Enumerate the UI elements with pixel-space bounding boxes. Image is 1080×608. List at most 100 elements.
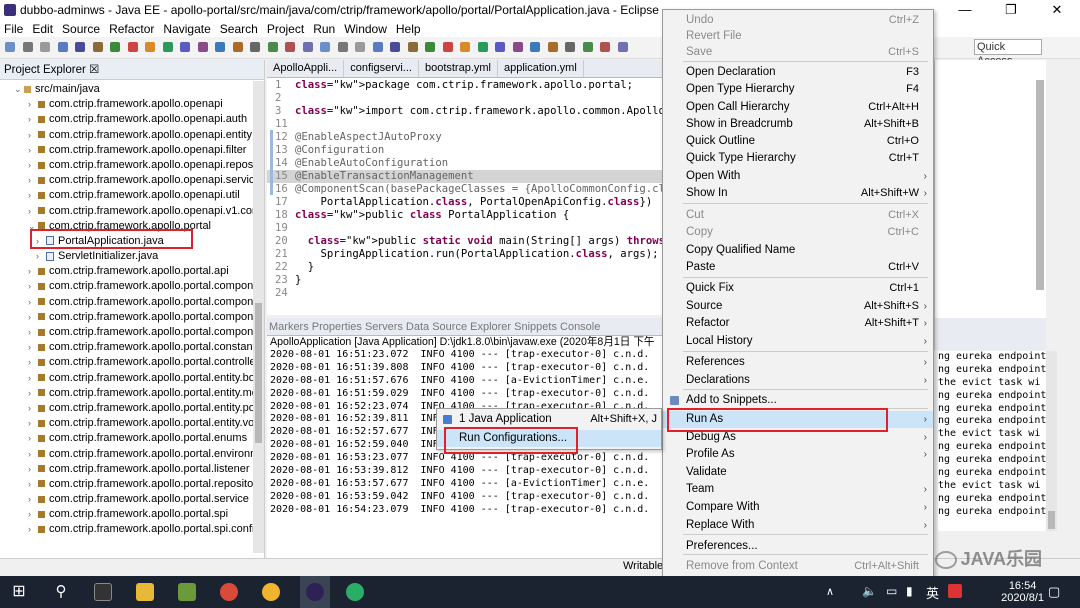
menu-run[interactable]: Run bbox=[313, 22, 335, 36]
menu-item-declarations[interactable]: Declarations › bbox=[663, 372, 933, 389]
menu-item-refactor[interactable]: Refactor Alt+Shift+T › bbox=[663, 315, 933, 332]
menu-item-team[interactable]: Team › bbox=[663, 481, 933, 498]
toolbar-layout-icon[interactable] bbox=[617, 42, 628, 52]
menu-project[interactable]: Project bbox=[267, 22, 304, 36]
toolbar-forward-icon[interactable] bbox=[582, 42, 593, 52]
menu-navigate[interactable]: Navigate bbox=[163, 22, 210, 36]
menu-item-add-to-snippets[interactable]: Add to Snippets... bbox=[663, 392, 933, 409]
toolbar-debug-icon[interactable] bbox=[407, 42, 418, 52]
toolbar-build-icon[interactable] bbox=[477, 42, 488, 52]
tab-apollo-application[interactable]: ApolloAppli... bbox=[267, 60, 345, 77]
collapsed-chevron-icon[interactable]: › bbox=[28, 128, 38, 143]
toolbar-annotation-icon[interactable] bbox=[530, 42, 540, 52]
collapsed-chevron-icon[interactable]: › bbox=[28, 158, 38, 173]
menu-item-revert-file[interactable]: Revert File bbox=[663, 28, 933, 45]
menu-item-preferences[interactable]: Preferences... bbox=[663, 538, 933, 555]
console-tabs[interactable]: Markers Properties Servers Data Source E… bbox=[267, 318, 662, 336]
collapsed-chevron-icon[interactable]: › bbox=[28, 431, 38, 446]
eclipse-taskbar-icon[interactable] bbox=[300, 576, 330, 608]
toolbar-back-icon[interactable] bbox=[250, 42, 260, 52]
tree-package[interactable]: › com.ctrip.framework.apollo.portal.compo… bbox=[0, 279, 264, 294]
tree-package[interactable]: › com.ctrip.framework.apollo.openapi.serv… bbox=[0, 173, 264, 188]
menu-item-copy[interactable]: Copy Ctrl+C bbox=[663, 224, 933, 241]
tab-bootstrap-yml[interactable]: bootstrap.yml bbox=[419, 60, 498, 77]
code-line[interactable]: 13 @Configuration bbox=[267, 144, 662, 157]
menu-item-show-in[interactable]: Show In Alt+Shift+W › bbox=[663, 185, 933, 202]
tree-package[interactable]: › com.ctrip.framework.apollo.openapi.enti… bbox=[0, 128, 264, 143]
menu-search[interactable]: Search bbox=[220, 22, 258, 36]
toolbar-save-all-icon[interactable] bbox=[355, 42, 365, 52]
code-line[interactable]: 21 SpringApplication.run(PortalApplicati… bbox=[267, 248, 662, 261]
menu-item-save[interactable]: Save Ctrl+S bbox=[663, 44, 933, 61]
collapsed-chevron-icon[interactable]: › bbox=[28, 477, 38, 492]
toolbar-search-icon[interactable] bbox=[495, 42, 505, 52]
taskbar-clock[interactable]: 16:54 2020/8/1 bbox=[1001, 580, 1044, 604]
code-line[interactable]: 12 @EnableAspectJAutoProxy bbox=[267, 131, 662, 144]
close-button[interactable]: ✕ bbox=[1034, 0, 1080, 20]
code-line[interactable]: 15 @EnableTransactionManagement bbox=[267, 170, 662, 183]
toolbar-forward-icon[interactable] bbox=[267, 42, 278, 52]
wechat-taskbar-icon[interactable] bbox=[346, 583, 364, 601]
tree-package[interactable]: ⌄ src/main/java bbox=[0, 82, 264, 97]
network-icon[interactable]: ▭ bbox=[886, 584, 897, 598]
search-icon[interactable]: ⚲ bbox=[52, 583, 70, 601]
code-line[interactable]: 19 bbox=[267, 222, 662, 235]
collapsed-chevron-icon[interactable]: › bbox=[28, 522, 38, 537]
menu-item-compare-with[interactable]: Compare With › bbox=[663, 499, 933, 516]
windows-start-icon[interactable]: ⊞ bbox=[10, 583, 28, 601]
collapsed-chevron-icon[interactable]: › bbox=[28, 416, 38, 431]
tree-package[interactable]: › com.ctrip.framework.apollo.openapi.util bbox=[0, 188, 264, 203]
menu-item-remove-from-context[interactable]: Remove from Context Ctrl+Alt+Shift bbox=[663, 558, 933, 575]
chrome-icon[interactable] bbox=[220, 583, 238, 601]
file-explorer-icon[interactable] bbox=[136, 583, 154, 601]
collapsed-chevron-icon[interactable]: › bbox=[28, 401, 38, 416]
collapsed-chevron-icon[interactable]: › bbox=[28, 310, 38, 325]
battery-icon[interactable]: ▮ bbox=[906, 584, 913, 598]
code-line[interactable]: 20 class="kw">public static void main(St… bbox=[267, 235, 742, 248]
menu-edit[interactable]: Edit bbox=[32, 22, 53, 36]
menu-item-source[interactable]: Source Alt+Shift+S › bbox=[663, 298, 933, 315]
menu-item-open-type-hierarchy[interactable]: Open Type Hierarchy F4 bbox=[663, 81, 933, 98]
tree-package[interactable]: › com.ctrip.framework.apollo.portal.envir… bbox=[0, 447, 264, 462]
tree-java-file[interactable]: › ServletInitializer.java bbox=[0, 249, 264, 264]
ime-indicator[interactable]: 英 bbox=[926, 583, 939, 602]
project-explorer-scrollbar[interactable] bbox=[253, 81, 264, 553]
tree-package[interactable]: › com.ctrip.framework.apollo.portal.const… bbox=[0, 340, 264, 355]
tree-package[interactable]: › com.ctrip.framework.apollo.portal.entit… bbox=[0, 371, 264, 386]
menu-item-references[interactable]: References › bbox=[663, 354, 933, 371]
menu-item-open-with[interactable]: Open With › bbox=[663, 168, 933, 185]
code-line[interactable]: 2 bbox=[267, 92, 662, 105]
menu-file[interactable]: File bbox=[4, 22, 23, 36]
submenu-java-application[interactable]: 1 Java Application Alt+Shift+X, J bbox=[437, 411, 661, 428]
toolbar-pin-icon[interactable] bbox=[600, 42, 610, 52]
code-line[interactable]: 23} bbox=[267, 274, 662, 287]
toolbar-print-icon[interactable] bbox=[57, 42, 68, 52]
tree-package[interactable]: › com.ctrip.framework.apollo.portal.compo… bbox=[0, 325, 264, 340]
toolbar-annotation-icon[interactable] bbox=[215, 42, 225, 52]
menu-source[interactable]: Source bbox=[62, 22, 100, 36]
menu-item-copy-qualified-name[interactable]: Copy Qualified Name bbox=[663, 242, 933, 259]
menu-window[interactable]: Window bbox=[344, 22, 387, 36]
menu-item-local-history[interactable]: Local History › bbox=[663, 333, 933, 350]
toolbar-open-type-icon[interactable] bbox=[390, 42, 400, 52]
code-line[interactable]: 16 @ComponentScan(basePackageClasses = {A… bbox=[267, 183, 690, 196]
toolbar-save-icon[interactable] bbox=[22, 42, 33, 52]
collapsed-chevron-icon[interactable]: › bbox=[28, 279, 38, 294]
code-line[interactable]: 11 bbox=[267, 118, 662, 131]
tree-package[interactable]: › com.ctrip.framework.apollo.portal.compo… bbox=[0, 310, 264, 325]
toolbar-pin-icon[interactable] bbox=[285, 42, 295, 52]
toolbar-layout-icon[interactable] bbox=[302, 42, 313, 52]
toolbar-print-icon[interactable] bbox=[372, 42, 383, 52]
collapsed-chevron-icon[interactable]: › bbox=[28, 340, 38, 355]
tree-package[interactable]: › com.ctrip.framework.apollo.portal.spi bbox=[0, 507, 264, 522]
toolbar-next-icon[interactable] bbox=[547, 42, 558, 52]
tree-package[interactable]: › com.ctrip.framework.apollo.portal.repos… bbox=[0, 477, 264, 492]
collapsed-chevron-icon[interactable]: › bbox=[28, 371, 38, 386]
cmd-icon[interactable] bbox=[94, 583, 112, 601]
code-line[interactable]: 22 } bbox=[267, 261, 662, 274]
toolbar-run-icon[interactable] bbox=[110, 42, 120, 52]
toolbar-open-task-icon[interactable] bbox=[197, 42, 208, 52]
collapsed-chevron-icon[interactable]: › bbox=[28, 447, 38, 462]
collapsed-chevron-icon[interactable]: › bbox=[28, 97, 38, 112]
collapsed-chevron-icon[interactable]: › bbox=[28, 264, 38, 279]
